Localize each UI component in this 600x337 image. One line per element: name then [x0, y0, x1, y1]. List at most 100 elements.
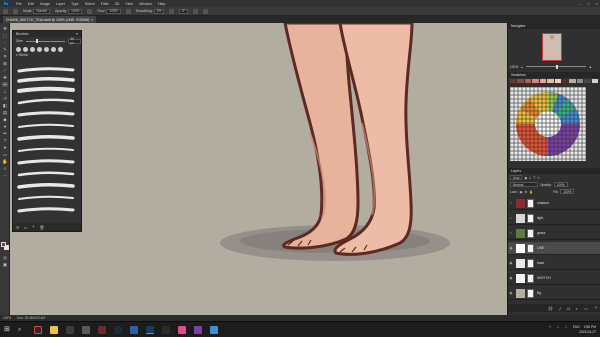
start-button-icon[interactable]: ⊞ [4, 326, 12, 334]
layer-filter-kind[interactable]: Kind [510, 175, 523, 180]
photoshop-taskbar-icon[interactable] [146, 326, 154, 334]
status-zoom[interactable]: 100% [3, 316, 11, 320]
brush-group-header[interactable]: ▾ Sketch [13, 53, 81, 58]
dodge-icon[interactable]: ● [2, 124, 8, 129]
angle-control[interactable]: 0° [179, 8, 189, 14]
steam-icon[interactable] [114, 326, 122, 334]
volume-icon[interactable]: ♪ [565, 325, 567, 329]
delete-brush-icon[interactable]: 🗑 [39, 225, 44, 230]
menu-select[interactable]: Select [82, 2, 98, 6]
chrome-icon[interactable] [34, 326, 42, 334]
menu-type[interactable]: Type [68, 2, 82, 6]
menu-window[interactable]: Window [136, 2, 155, 6]
brush-tool-active-icon[interactable]: ✏ [2, 82, 8, 87]
history-brush-icon[interactable]: ↺ [2, 96, 8, 101]
layer-row[interactable]: ◉ LINE [508, 242, 600, 255]
new-group-icon[interactable]: ▭ [24, 225, 28, 230]
app-icon[interactable] [66, 326, 74, 334]
layer-mask-thumbnail[interactable] [527, 288, 534, 298]
close-tab-icon[interactable]: × [91, 18, 93, 22]
menu-filter[interactable]: Filter [98, 2, 112, 6]
adjustment-icon[interactable]: ◐ [576, 306, 578, 311]
type-tool-icon[interactable]: T [2, 138, 8, 143]
visibility-eye-icon[interactable]: ○ [508, 231, 514, 235]
menu-3d[interactable]: 3D [112, 2, 123, 6]
shape-tool-icon[interactable]: ▭ [2, 152, 8, 157]
more-tools-icon[interactable]: ⋯ [2, 173, 8, 178]
brush-tool-icon[interactable] [3, 8, 8, 14]
flow-control[interactable]: Flow: 100% [97, 8, 121, 14]
menu-view[interactable]: View [122, 2, 136, 6]
preset-dot[interactable] [30, 46, 35, 52]
minimize-icon[interactable]: – [579, 1, 581, 6]
color-wheel-swatches[interactable] [510, 87, 586, 161]
menu-image[interactable]: Image [37, 2, 53, 6]
lasso-tool-icon[interactable]: ◌ [2, 40, 8, 45]
menu-layer[interactable]: Layer [53, 2, 68, 6]
app-icon[interactable] [82, 326, 90, 334]
blend-mode-select[interactable]: Normal [510, 182, 538, 187]
new-brush-icon[interactable]: ＋ [31, 224, 35, 230]
opacity-control[interactable]: Opacity: 100% [55, 8, 83, 14]
visibility-eye-icon[interactable]: ○ [508, 201, 514, 205]
swatch-row-recent[interactable] [510, 79, 599, 84]
preset-dot[interactable] [44, 46, 49, 52]
app-icon[interactable] [210, 326, 218, 334]
panel-menu-icon[interactable]: ≡ [76, 32, 78, 36]
navigator-zoom-slider[interactable] [525, 64, 586, 69]
fx-icon[interactable]: ƒ [559, 306, 561, 311]
menu-file[interactable]: File [13, 2, 25, 6]
tray-chevron-icon[interactable]: ˄ [549, 325, 551, 329]
new-group-icon[interactable]: ▭ [584, 306, 588, 311]
pressure-opacity-icon[interactable] [87, 8, 93, 14]
crop-tool-icon[interactable]: ⌗ [2, 54, 8, 59]
toggle-brush-settings-icon[interactable]: ⚙ [16, 225, 20, 230]
menu-help[interactable]: Help [155, 2, 168, 6]
move-tool-icon[interactable]: ✥ [2, 26, 8, 31]
screen-mode-icon[interactable]: ▣ [2, 262, 8, 267]
filter-shape-icon[interactable]: ▭ [537, 176, 540, 180]
layer-mask-thumbnail[interactable] [527, 243, 534, 253]
pen-tool-icon[interactable]: ✒ [2, 131, 8, 136]
brush-strokes[interactable] [16, 65, 76, 215]
smoothing-control[interactable]: Smoothing: 0% [136, 8, 165, 14]
layer-row[interactable]: ◉ Bg [508, 287, 600, 300]
canvas[interactable]: Brushes ≡ Size: 30 px ▾ Sketch ⚙ ▭ ＋ 🗑 [10, 23, 507, 315]
zoom-out-icon[interactable]: ▴ [521, 65, 523, 69]
layer-row[interactable]: ○ shadow [508, 197, 600, 210]
eraser-icon[interactable]: ◧ [2, 103, 8, 108]
layer-row[interactable]: ◉ base [508, 257, 600, 270]
marquee-tool-icon[interactable]: ⬚ [2, 33, 8, 38]
healing-brush-icon[interactable]: ✚ [2, 75, 8, 80]
close-icon[interactable]: × [596, 1, 598, 6]
layer-mask-thumbnail[interactable] [527, 228, 534, 238]
brush-preset-icon[interactable] [13, 8, 18, 14]
layer-fill-value[interactable]: 100% [560, 189, 575, 194]
clock[interactable]: 2:56 PM 2022-04-27 [579, 325, 596, 334]
layer-row[interactable]: ◉ SKETCH [508, 272, 600, 285]
gear-icon[interactable] [169, 8, 175, 14]
visibility-eye-icon[interactable]: ◉ [508, 276, 514, 280]
lock-pixels-icon[interactable]: ▦ [520, 190, 523, 194]
app-icon[interactable] [162, 326, 170, 334]
quick-select-icon[interactable]: ✎ [2, 47, 8, 52]
mode-control[interactable]: Mode: Normal [23, 8, 50, 14]
app-icon[interactable] [98, 326, 106, 334]
pressure-size-icon[interactable] [193, 8, 199, 14]
filter-type-icon[interactable]: T [533, 176, 535, 180]
eyedropper-icon[interactable]: ⟋ [2, 68, 8, 73]
blur-icon[interactable]: ◆ [2, 117, 8, 122]
symmetry-icon[interactable] [203, 8, 209, 14]
layer-mask-thumbnail[interactable] [527, 273, 534, 283]
quick-mask-icon[interactable]: ◎ [2, 255, 8, 260]
zoom-tool-icon[interactable]: ⌕ [2, 166, 8, 171]
frame-tool-icon[interactable]: ⊠ [2, 61, 8, 66]
visibility-eye-icon[interactable]: ◉ [508, 291, 514, 295]
layer-row[interactable]: ○ light [508, 212, 600, 225]
visibility-eye-icon[interactable]: ◉ [508, 246, 514, 250]
network-icon[interactable]: ⌂ [557, 325, 559, 329]
new-layer-icon[interactable]: ＋ [594, 305, 598, 311]
gradient-icon[interactable]: ▤ [2, 110, 8, 115]
foreground-color-swatch[interactable] [1, 242, 6, 247]
search-icon[interactable]: ⌕ [18, 326, 26, 334]
